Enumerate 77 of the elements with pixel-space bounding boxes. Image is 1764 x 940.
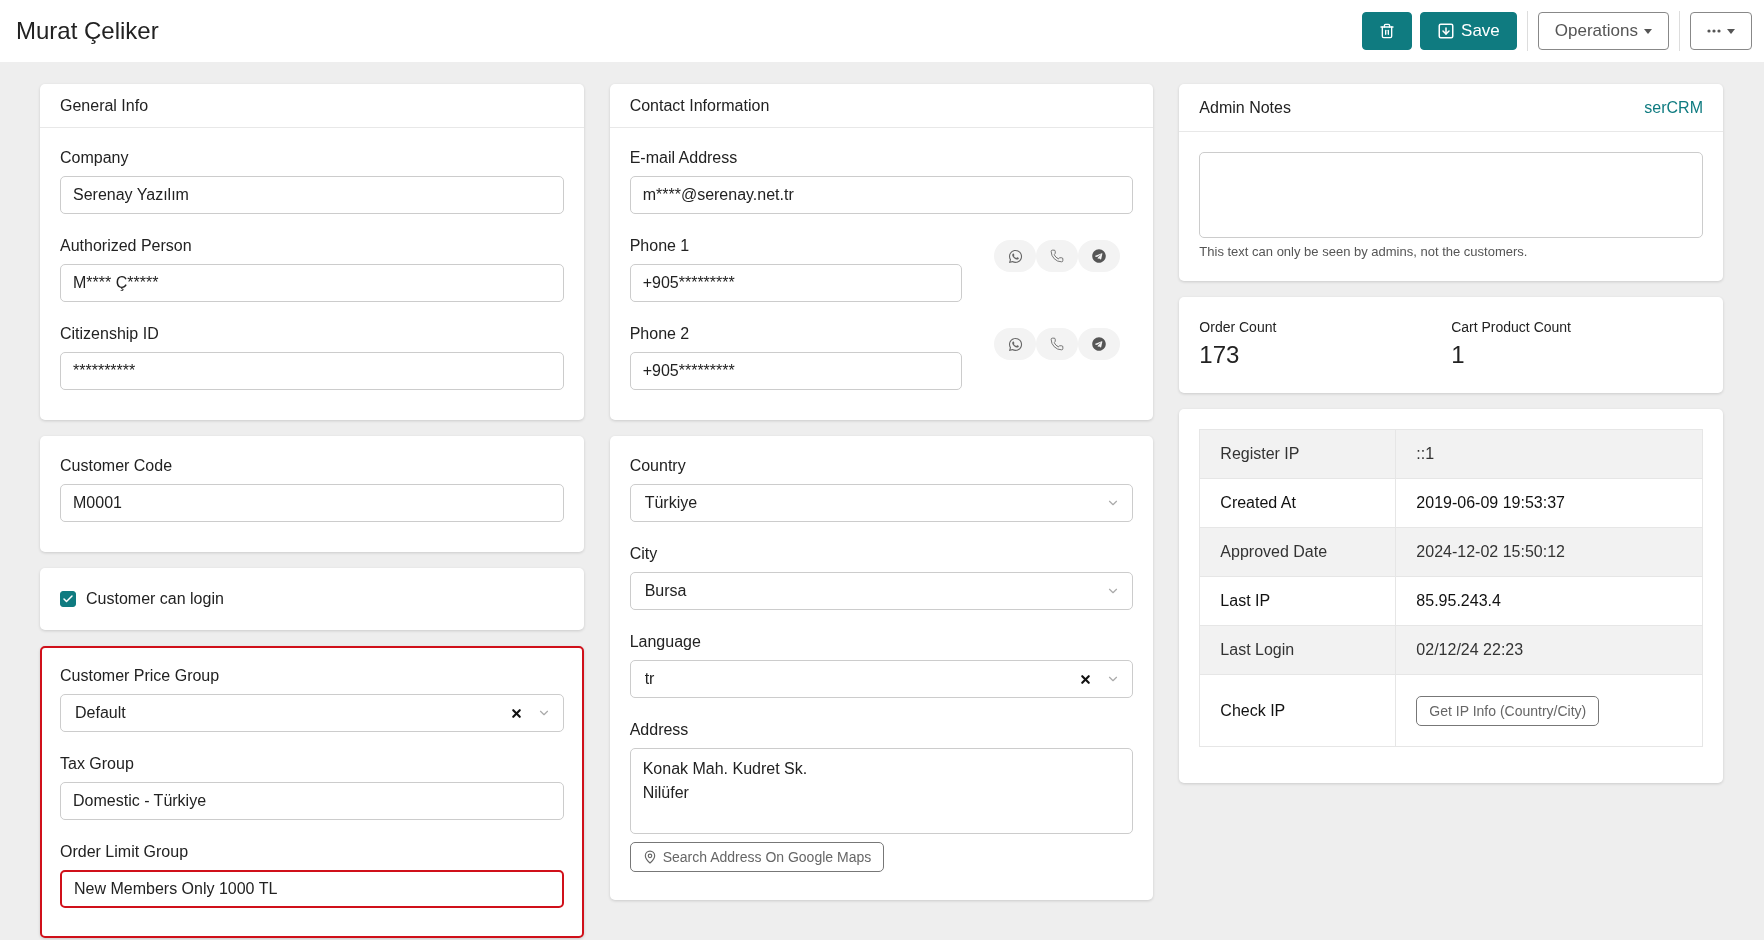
field-label: Company [60,148,130,168]
text-field[interactable]: New Members Only 1000 TL [60,870,564,908]
stat-label: Cart Product Count [1451,319,1572,335]
text-field[interactable]: Serenay Yazılım [60,176,564,214]
text-field[interactable]: Domestic - Türkiye [60,782,564,820]
phone-field[interactable]: +905********* [629,264,963,302]
field-label: Customer Price Group [60,666,221,686]
caret-icon [1644,28,1652,34]
hint-text: This text can only be seen by admins, not the customers. [1199,244,1529,259]
contact-button[interactable] [1078,328,1121,360]
stat-value: 173 [1199,341,1241,369]
page-title: Murat Çeliker [16,17,160,45]
map-pin-icon [642,850,657,864]
whatsapp-icon [1007,336,1023,352]
field-label: Country [629,456,687,476]
field-label: Phone 2 [629,324,691,344]
text-field[interactable]: M0001 [60,484,564,522]
stat-label: Order Count [1199,319,1278,335]
field-label: Customer Code [60,456,174,476]
more-icon [1707,29,1721,33]
field-label: Authorized Person [60,236,193,256]
contact-button[interactable] [1078,240,1121,272]
field-label: Order Limit Group [60,842,190,862]
table-cell: ::1 [1395,429,1703,479]
table-cell: 85.95.243.4 [1395,576,1703,626]
save-button[interactable]: Save [1420,12,1517,50]
table-cell: Last IP [1199,576,1396,626]
field-label: Tax Group [60,754,135,774]
caret-icon [1727,28,1735,34]
table-cell: Created At [1199,478,1396,528]
check-icon [62,593,74,605]
clear-icon[interactable] [509,706,523,720]
checkbox[interactable] [60,591,76,607]
whatsapp-icon [1007,248,1023,264]
telegram-icon [1092,249,1107,263]
text-field[interactable]: M**** Ç***** [60,264,564,302]
select-field[interactable]: tr [629,660,1134,698]
address-field[interactable]: Konak Mah. Kudret Sk. Nilüfer [629,748,1134,834]
contact-button[interactable] [994,328,1037,360]
card-title: Admin Notes [1199,98,1291,117]
field-label: Address [629,720,690,740]
trash-icon [1379,23,1396,39]
notes-field[interactable] [1199,152,1703,238]
delete-button[interactable] [1362,12,1413,50]
text-field[interactable]: m****@serenay.net.tr [629,176,1134,214]
contact-button[interactable] [994,240,1037,272]
table-cell: Register IP [1199,429,1396,479]
table-cell: Check IP [1199,674,1396,747]
field-label: City [629,544,659,564]
clear-icon[interactable] [1079,672,1093,686]
more-dropdown[interactable] [1690,12,1752,50]
phone-field[interactable]: +905********* [629,352,963,390]
phone-icon [1050,249,1065,263]
select-field[interactable]: Bursa [629,572,1134,610]
table-cell: Last Login [1199,625,1396,675]
card-title: General Info [60,96,149,115]
select-field[interactable]: Default [60,694,564,732]
phone-icon [1050,337,1065,351]
stat-value: 1 [1451,341,1466,369]
field-label: Citizenship ID [60,324,160,344]
operations-dropdown[interactable]: Operations [1537,12,1669,50]
brand-link[interactable]: serCRM [1644,98,1703,117]
save-icon [1437,22,1456,40]
text-field[interactable]: ********** [60,352,564,390]
checkbox-label: Customer can login [86,590,224,608]
field-label: E-mail Address [629,148,739,168]
table-cell: Approved Date [1199,527,1396,577]
field-label: Language [629,632,702,652]
select-field[interactable]: Türkiye [629,484,1134,522]
table-cell: 02/12/24 22:23 [1395,625,1703,675]
ip-info-button[interactable]: Get IP Info (Country/City) [1416,695,1600,726]
table-cell: 2019-06-09 19:53:37 [1395,478,1703,528]
card-title: Contact Information [629,96,770,115]
map-search-button[interactable]: Search Address On Google Maps [629,842,885,872]
field-label: Phone 1 [629,236,691,256]
telegram-icon [1092,337,1107,351]
table-cell: 2024-12-02 15:50:12 [1395,527,1703,577]
